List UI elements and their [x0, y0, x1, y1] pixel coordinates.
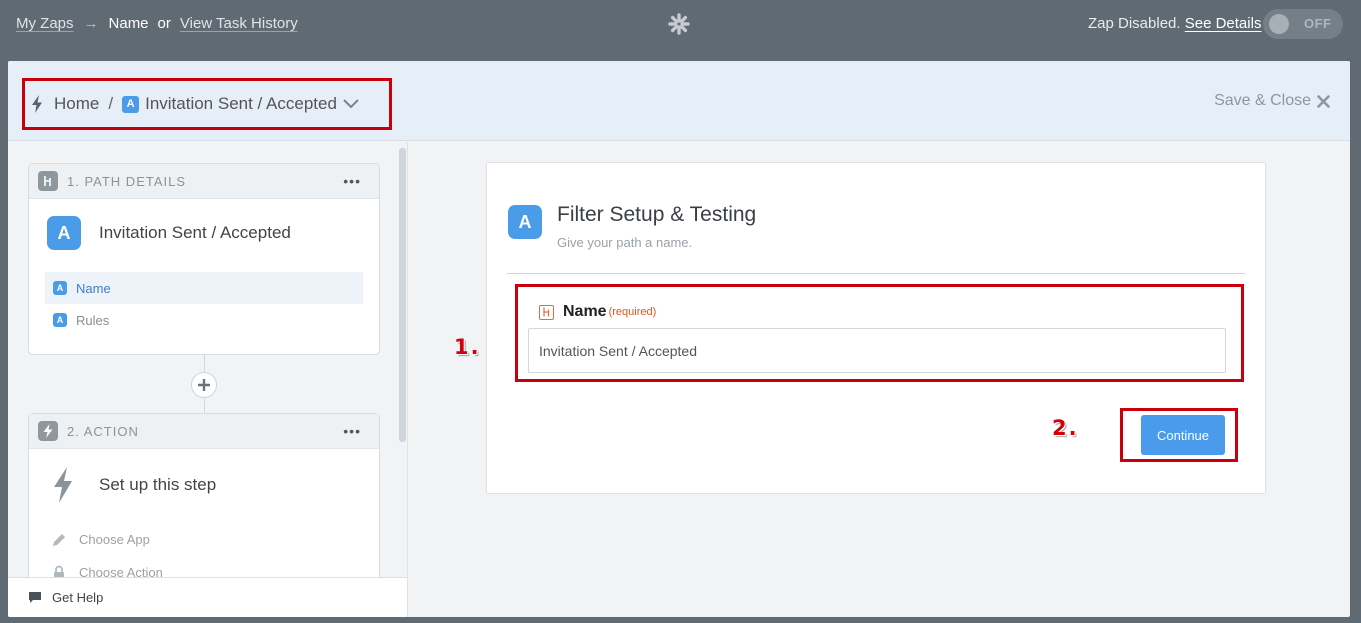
breadcrumb-arrow: →	[83, 15, 99, 32]
more-options-icon[interactable]: •••	[343, 173, 361, 189]
subitem-name[interactable]: A Name	[45, 272, 363, 304]
path-icon	[38, 171, 58, 191]
path-name: Invitation Sent / Accepted	[145, 94, 337, 113]
close-icon	[1317, 94, 1330, 108]
panel-subtitle: Give your path a name.	[557, 235, 693, 250]
steps-sidebar: 1. PATH DETAILS ••• A Invitation Sent / …	[8, 142, 408, 617]
zap-name-label: Name	[108, 15, 149, 32]
get-help-label: Get Help	[52, 590, 104, 605]
card-title: Invitation Sent / Accepted	[99, 223, 291, 242]
subitem-label: Rules	[76, 312, 110, 328]
editor-header: Home / A Invitation Sent / Accepted Save…	[8, 61, 1350, 141]
panel-header: A Filter Setup & Testing Give your path …	[508, 203, 756, 250]
a-badge: A	[53, 313, 67, 327]
see-details-link[interactable]: See Details	[1185, 15, 1262, 32]
card-title: Set up this step	[99, 475, 217, 494]
view-task-history-link[interactable]: View Task History	[180, 15, 298, 32]
card-title-row: Set up this step	[29, 449, 379, 503]
top-bar: My Zaps → Name or View Task History Zap …	[0, 0, 1361, 50]
filter-setup-panel: A Filter Setup & Testing Give your path …	[486, 162, 1266, 494]
path-a-badge: A	[47, 216, 81, 250]
path-icon	[539, 304, 554, 320]
subitem-rules[interactable]: A Rules	[45, 304, 363, 336]
zapier-logo-icon	[668, 13, 690, 35]
card-subitems: A Name A Rules	[29, 250, 379, 346]
sidebar-scrollbar[interactable]	[399, 148, 406, 442]
path-breadcrumb[interactable]: Home / A Invitation Sent / Accepted	[22, 78, 392, 130]
panel-divider	[507, 273, 1245, 274]
bolt-icon	[38, 421, 58, 441]
name-field-label: Name (required)	[539, 303, 656, 321]
a-badge: A	[53, 281, 67, 295]
continue-button[interactable]: Continue	[1141, 415, 1225, 455]
name-field-highlight: Name (required)	[515, 284, 1244, 382]
more-options-icon[interactable]: •••	[343, 423, 361, 439]
or-label: or	[157, 15, 171, 32]
card-header-title: 2. ACTION	[67, 423, 139, 439]
path-name-input[interactable]	[528, 328, 1226, 373]
step-item-label: Choose App	[79, 532, 150, 547]
path-a-badge: A	[122, 95, 140, 113]
add-step-button[interactable]	[191, 372, 217, 398]
plus-icon	[198, 379, 210, 391]
toggle-knob	[1269, 14, 1289, 34]
home-link[interactable]: Home	[54, 94, 99, 114]
path-a-badge: A	[508, 205, 542, 239]
zap-on-off-toggle[interactable]: OFF	[1263, 9, 1343, 39]
path-details-card[interactable]: 1. PATH DETAILS ••• A Invitation Sent / …	[28, 163, 380, 355]
editor-frame: Home / A Invitation Sent / Accepted Save…	[8, 61, 1350, 617]
annotation-step-2: 2.	[1052, 416, 1079, 440]
subitem-label: Name	[76, 280, 111, 296]
save-close-label: Save & Close	[1214, 92, 1311, 109]
card-header: 2. ACTION •••	[29, 414, 379, 449]
continue-highlight: Continue	[1120, 408, 1238, 462]
required-tag: (required)	[608, 306, 657, 318]
panel-title: Filter Setup & Testing	[557, 203, 757, 226]
my-zaps-link[interactable]: My Zaps	[16, 15, 74, 32]
field-label-text: Name	[563, 303, 607, 320]
pencil-icon	[53, 533, 65, 546]
card-header: 1. PATH DETAILS •••	[29, 164, 379, 199]
annotation-step-1: 1.	[454, 335, 481, 359]
chat-icon	[29, 592, 41, 603]
card-title-row: A Invitation Sent / Accepted	[29, 199, 379, 250]
get-help-button[interactable]: Get Help	[8, 577, 407, 617]
zap-breadcrumb: My Zaps → Name or View Task History	[16, 15, 298, 32]
bolt-icon	[54, 467, 72, 503]
save-close-button[interactable]: Save & Close	[1214, 92, 1330, 110]
chevron-down-icon[interactable]	[343, 99, 359, 109]
choose-app-item[interactable]: Choose App	[29, 523, 379, 556]
breadcrumb-separator: /	[108, 94, 114, 113]
bolt-icon	[32, 95, 42, 113]
zap-status-text: Zap Disabled.	[1088, 15, 1181, 32]
toggle-label: OFF	[1304, 16, 1332, 31]
card-header-title: 1. PATH DETAILS	[67, 173, 187, 189]
zap-status: Zap Disabled. See Details	[1088, 15, 1261, 32]
